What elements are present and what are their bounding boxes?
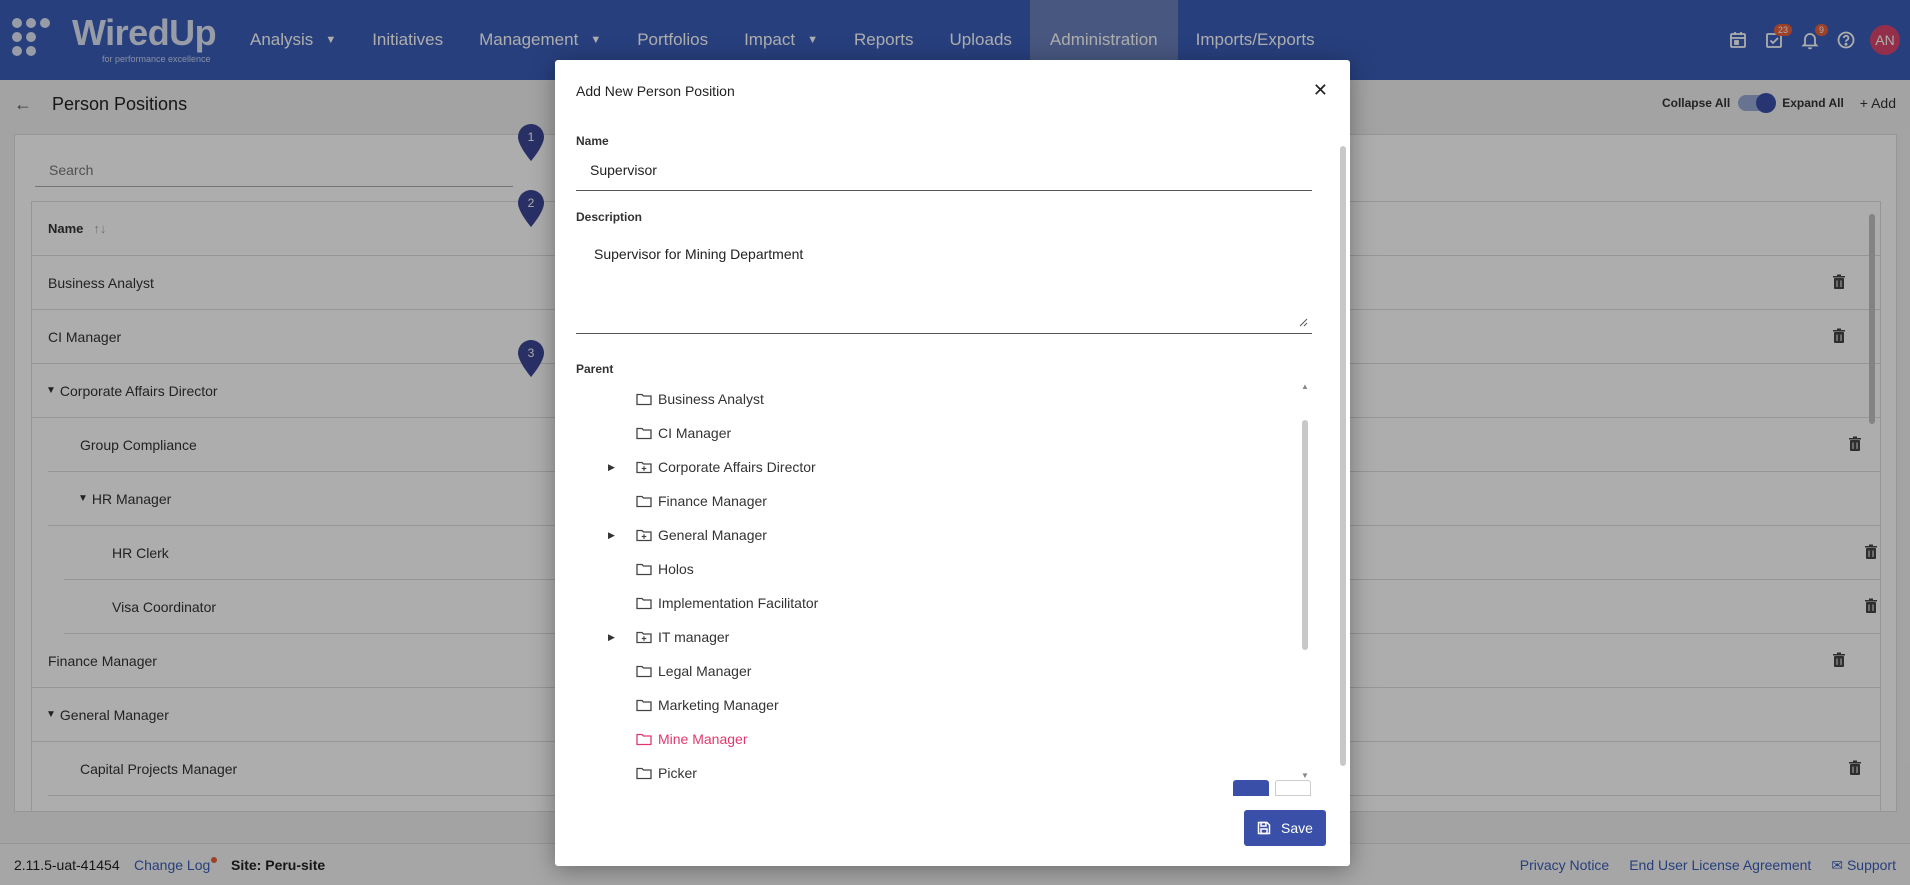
tree-item[interactable]: Holos: [576, 552, 1296, 586]
name-label: Name: [576, 134, 609, 148]
tree-item-label: Implementation Facilitator: [658, 595, 819, 611]
folder-plus-icon: [636, 461, 652, 474]
add-person-position-dialog: Add New Person Position ✕ Name Superviso…: [555, 60, 1350, 866]
tree-item[interactable]: Picker: [576, 756, 1296, 782]
tree-item-label: Legal Manager: [658, 663, 752, 679]
tree-item-label: IT manager: [658, 629, 730, 645]
folder-icon: [636, 665, 652, 678]
description-field[interactable]: Supervisor for Mining Department: [576, 230, 1312, 334]
tree-item-label: Holos: [658, 561, 694, 577]
tree-item-label: Mine Manager: [658, 731, 748, 747]
folder-plus-icon: [636, 529, 652, 542]
expand-arrow-icon[interactable]: ▶: [608, 530, 615, 541]
tree-mini-button-primary[interactable]: [1233, 780, 1269, 796]
tree-item-label: Business Analyst: [658, 391, 764, 407]
expand-arrow-icon[interactable]: ▶: [608, 632, 615, 643]
tree-item[interactable]: ▶ Corporate Affairs Director: [576, 450, 1296, 484]
tree-item[interactable]: Implementation Facilitator: [576, 586, 1296, 620]
save-button[interactable]: Save: [1244, 810, 1326, 846]
tree-mini-button-secondary[interactable]: [1275, 780, 1311, 796]
save-icon: [1257, 821, 1271, 835]
dialog-scrollbar[interactable]: [1338, 128, 1348, 788]
dialog-title: Add New Person Position: [576, 83, 735, 99]
tree-item[interactable]: Business Analyst: [576, 382, 1296, 416]
folder-icon: [636, 393, 652, 406]
tree-item-label: Finance Manager: [658, 493, 767, 509]
tree-item-label: General Manager: [658, 527, 767, 543]
tree-item[interactable]: ▶ General Manager: [576, 518, 1296, 552]
tree-mini-buttons: [1233, 780, 1311, 796]
tree-item[interactable]: Legal Manager: [576, 654, 1296, 688]
folder-icon: [636, 733, 652, 746]
folder-icon: [636, 495, 652, 508]
description-label: Description: [576, 210, 643, 224]
tree-item-label: Marketing Manager: [658, 697, 779, 713]
parent-tree-scrollbar[interactable]: ▲ ▼: [1300, 382, 1312, 780]
tree-item[interactable]: Mine Manager: [576, 722, 1296, 756]
name-field[interactable]: Supervisor: [576, 150, 1312, 191]
folder-icon: [636, 597, 652, 610]
tree-item-label: CI Manager: [658, 425, 732, 441]
folder-icon: [636, 563, 652, 576]
folder-plus-icon: [636, 631, 652, 644]
tree-item-label: Corporate Affairs Director: [658, 459, 816, 475]
close-icon[interactable]: ✕: [1313, 80, 1328, 101]
tree-item[interactable]: Marketing Manager: [576, 688, 1296, 722]
parent-label: Parent: [576, 362, 614, 376]
folder-icon: [636, 699, 652, 712]
folder-icon: [636, 767, 652, 780]
parent-tree: Business Analyst CI Manager ▶ Corporate Aff…: [576, 382, 1312, 782]
tree-item[interactable]: Finance Manager: [576, 484, 1296, 518]
folder-icon: [636, 427, 652, 440]
tree-item[interactable]: CI Manager: [576, 416, 1296, 450]
expand-arrow-icon[interactable]: ▶: [608, 462, 615, 473]
tree-item[interactable]: ▶ IT manager: [576, 620, 1296, 654]
tree-item-label: Picker: [658, 765, 697, 781]
resize-handle-icon[interactable]: [1298, 317, 1308, 327]
